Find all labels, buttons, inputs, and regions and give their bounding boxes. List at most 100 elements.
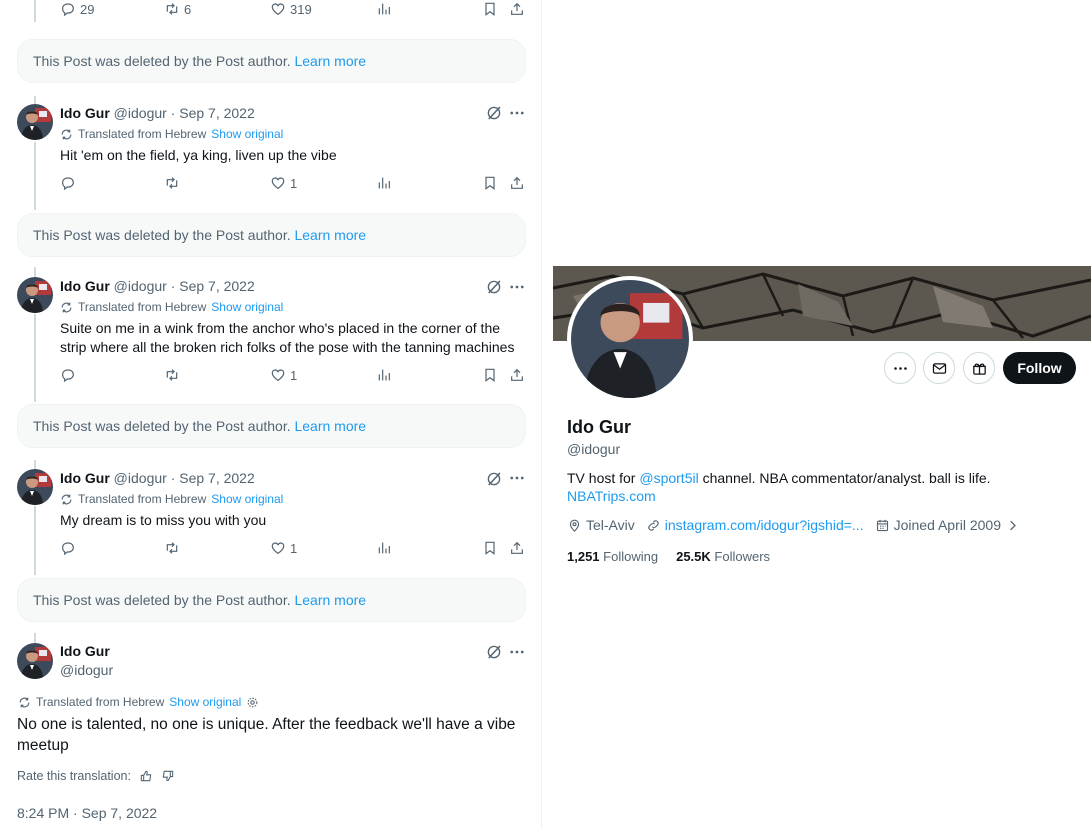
author-meta[interactable]: @idogur · Sep 7, 2022 [114,105,255,121]
more-icon [892,360,909,377]
heart-icon [270,540,286,556]
joined-date[interactable]: Joined April 2009 [875,517,1020,533]
grok-button[interactable] [485,104,503,122]
translate-icon [60,301,73,314]
grok-button[interactable] [485,278,503,296]
translate-icon [60,128,73,141]
translation-label: Translated from Hebrew Show original [18,695,259,709]
grok-button[interactable] [485,470,503,488]
views-button[interactable] [376,538,392,558]
more-button[interactable] [508,104,526,122]
thumbs-up-icon[interactable] [139,769,153,783]
rate-translation: Rate this translation: [17,769,175,783]
reply-button[interactable] [60,173,76,193]
deleted-post-notice: This Post was deleted by the Post author… [17,39,526,83]
reply-button[interactable]: 29 [60,0,94,19]
learn-more-link[interactable]: Learn more [294,592,366,608]
location-pin-icon [567,518,582,533]
learn-more-link[interactable]: Learn more [294,53,366,69]
author-handle[interactable]: @idogur [60,662,113,678]
thumbs-down-icon[interactable] [161,769,175,783]
views-button[interactable] [376,173,392,193]
profile-stats: 1,251 Following 25.5K Followers [567,549,770,564]
like-button[interactable]: 1 [270,173,297,193]
following-link[interactable]: 1,251 Following [567,549,658,564]
profile-card: Follow Ido Gur @idogur TV host for @spor… [553,266,1091,576]
author-name[interactable]: Ido Gur [60,470,110,486]
profile-photo [17,104,53,140]
more-options-button[interactable] [884,352,916,384]
grok-button[interactable] [485,643,503,661]
learn-more-link[interactable]: Learn more [294,418,366,434]
show-original-link[interactable]: Show original [211,127,283,141]
avatar[interactable] [17,104,53,140]
bookmark-button[interactable] [482,173,498,193]
heart-icon [270,175,286,191]
more-icon [508,104,526,122]
more-button[interactable] [508,469,526,487]
more-icon [508,643,526,661]
followers-link[interactable]: 25.5K Followers [676,549,770,564]
heart-icon [270,367,286,383]
views-button[interactable] [376,0,392,19]
more-button[interactable] [508,643,526,661]
share-icon [509,175,525,191]
share-button[interactable] [509,365,525,385]
bookmark-button[interactable] [482,538,498,558]
thread-line [34,0,36,22]
author-name[interactable]: Ido Gur [60,278,110,294]
mention-link[interactable]: @sport5il [639,470,698,486]
like-button[interactable]: 1 [270,365,297,385]
chevron-right-icon [1005,518,1020,533]
profile-avatar[interactable] [567,276,693,402]
gift-button[interactable] [963,352,995,384]
show-original-link[interactable]: Show original [169,695,241,709]
reply-icon [60,1,76,17]
author-name[interactable]: Ido Gur [60,643,110,659]
gear-icon[interactable] [246,696,259,709]
show-original-link[interactable]: Show original [211,300,283,314]
website-link[interactable]: instagram.com/idogur?igshid=... [665,517,864,533]
views-button[interactable] [376,365,392,385]
thread-line [34,267,36,277]
like-button[interactable]: 1 [270,538,297,558]
profile-photo [17,643,53,679]
reply-icon [60,175,76,191]
avatar[interactable] [17,277,53,313]
bookmark-button[interactable] [482,0,498,19]
bio-website-link[interactable]: NBATrips.com [567,488,656,504]
reply-icon [60,540,76,556]
reply-button[interactable] [60,365,76,385]
author-meta[interactable]: @idogur · Sep 7, 2022 [114,278,255,294]
reply-button[interactable] [60,538,76,558]
post-action-bar: 1 [60,538,526,558]
message-button[interactable] [923,352,955,384]
like-button[interactable]: 319 [270,0,312,19]
profile-photo [17,277,53,313]
bookmark-button[interactable] [482,365,498,385]
grok-icon [485,643,503,661]
share-button[interactable] [509,538,525,558]
share-button[interactable] [509,0,525,19]
share-icon [509,367,525,383]
learn-more-link[interactable]: Learn more [294,227,366,243]
location: Tel-Aviv [567,517,635,533]
bookmark-icon [482,175,498,191]
author-meta[interactable]: @idogur · Sep 7, 2022 [114,470,255,486]
author-name[interactable]: Ido Gur [60,105,110,121]
repost-button[interactable]: 6 [164,0,191,19]
post-timestamp[interactable]: 8:24 PM · Sep 7, 2022 [17,805,157,821]
deleted-post-notice: This Post was deleted by the Post author… [17,404,526,448]
follow-button[interactable]: Follow [1003,352,1076,384]
show-original-link[interactable]: Show original [211,492,283,506]
repost-button[interactable] [164,538,180,558]
more-button[interactable] [508,278,526,296]
repost-button[interactable] [164,173,180,193]
avatar[interactable] [17,469,53,505]
share-button[interactable] [509,173,525,193]
translation-label: Translated from Hebrew Show original [60,127,283,141]
repost-button[interactable] [164,365,180,385]
thread-line [34,142,36,210]
avatar[interactable] [17,643,53,679]
translation-label: Translated from Hebrew Show original [60,492,283,506]
